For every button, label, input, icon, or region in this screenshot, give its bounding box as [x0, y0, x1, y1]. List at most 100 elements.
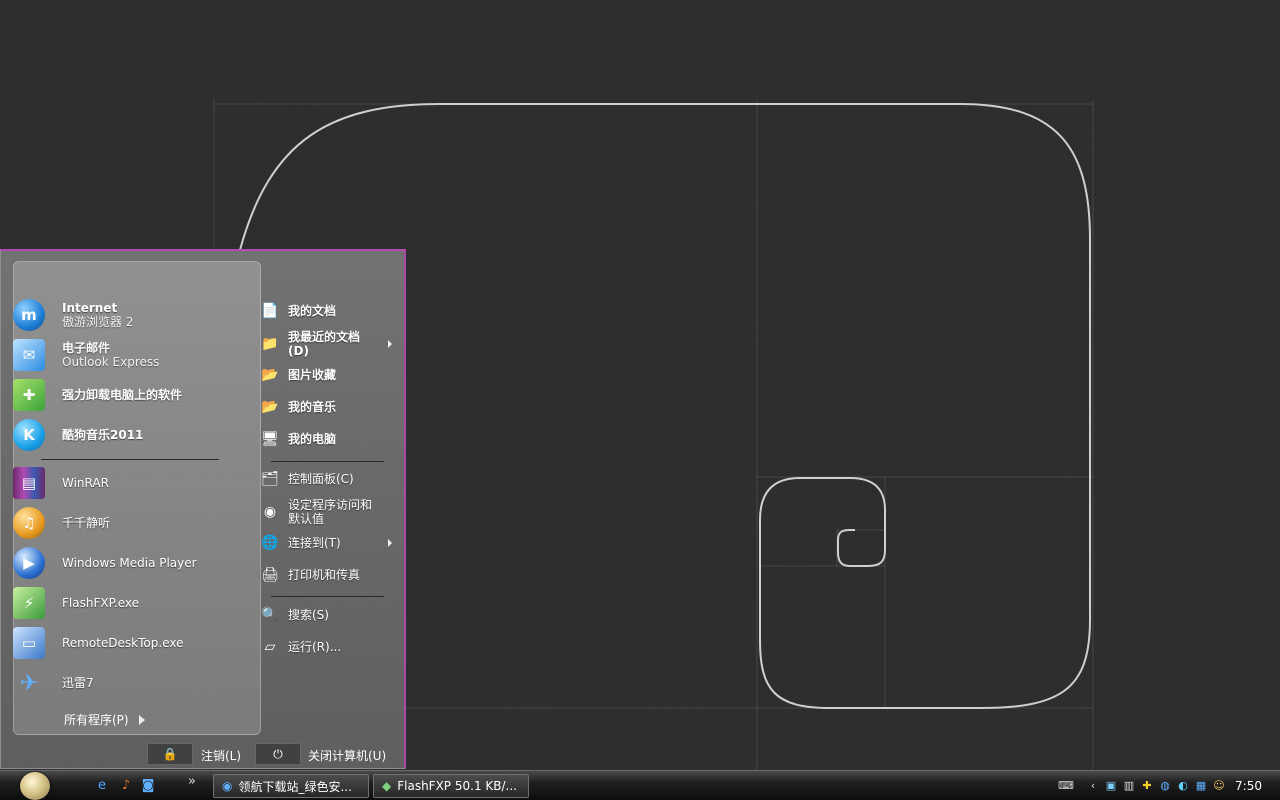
pinned-internet[interactable]: m Internet 傲游浏览器 2 [13, 296, 253, 334]
places-separator-2 [271, 596, 384, 597]
recent-documents-icon: 📁 [261, 336, 279, 352]
run-icon: ▱ [264, 639, 276, 655]
all-programs-button[interactable]: 所有程序(P) [64, 711, 145, 728]
pinned-separator [41, 459, 219, 460]
outlook-express-icon: ✉ [13, 339, 45, 371]
taskbar: e ♪ ◙ » ◉ 领航下载站_绿色安... ◆ FlashFXP 50.1 K… [0, 770, 1280, 800]
place-my-computer[interactable]: 🖥 我的电脑 [260, 424, 400, 454]
winrar-icon: ▤ [13, 467, 45, 499]
ie-icon[interactable]: e [94, 778, 110, 794]
windows-media-player-icon: ▶ [13, 547, 45, 579]
recent-thunder[interactable]: ✈ 迅雷7 [13, 664, 253, 702]
place-recent-documents-label: 我最近的文档(D) [288, 330, 361, 358]
place-run-label: 运行(R)... [288, 640, 342, 654]
shutdown-label[interactable]: 关闭计算机(U) [308, 747, 386, 764]
logoff-button[interactable]: 🔒 [147, 743, 193, 765]
user-icon[interactable]: ☺ [1212, 779, 1226, 793]
keyboard-icon[interactable]: ⌨ [1058, 779, 1074, 793]
program-defaults-icon: ◉ [263, 504, 277, 520]
place-search[interactable]: 🔍 搜索(S) [260, 600, 400, 630]
place-printers[interactable]: 🖨 打印机和传真 [260, 560, 400, 590]
my-music-icon: 📂 [261, 399, 279, 415]
lock-icon: 🔒 [162, 747, 178, 761]
flashfxp-icon: ⚡ [13, 587, 45, 619]
recent-flashfxp-label: FlashFXP.exe [62, 596, 140, 610]
remote-desktop-icon: ▭ [13, 627, 45, 659]
browser-icon[interactable]: ◙ [140, 778, 156, 794]
pinned-internet-subtitle: 傲游浏览器 2 [62, 315, 134, 329]
places-separator-1 [271, 461, 384, 462]
start-menu-footer: 🔒 注销(L) ⏻ 关闭计算机(U) [1, 739, 405, 769]
place-control-panel-label: 控制面板(C) [288, 472, 354, 486]
shield-icon[interactable]: ◍ [1158, 779, 1172, 793]
place-my-pictures-label: 图片收藏 [288, 368, 337, 382]
shutdown-button[interactable]: ⏻ [255, 743, 301, 765]
recent-wmp[interactable]: ▶ Windows Media Player [13, 544, 253, 582]
media-icon[interactable]: ♪ [118, 778, 134, 794]
place-my-music-label: 我的音乐 [288, 400, 337, 414]
printers-faxes-icon: 🖨 [261, 567, 279, 583]
place-my-documents[interactable]: 📄 我的文档 [260, 296, 400, 326]
place-my-documents-label: 我的文档 [288, 304, 337, 318]
place-my-computer-label: 我的电脑 [288, 432, 337, 446]
green-plus-icon[interactable]: ✚ [1140, 779, 1154, 793]
search-icon: 🔍 [261, 607, 279, 623]
place-recent-documents[interactable]: 📁 我最近的文档(D) [260, 327, 400, 361]
place-control-panel[interactable]: 🗂 控制面板(C) [260, 464, 400, 494]
place-run[interactable]: ▱ 运行(R)... [260, 632, 400, 662]
place-program-defaults[interactable]: ◉ 设定程序访问和默认值 [260, 494, 400, 530]
recent-winrar[interactable]: ▤ WinRAR [13, 464, 253, 502]
task-button-maxthon[interactable]: ◉ 领航下载站_绿色安... [213, 774, 369, 798]
pinned-email-subtitle: Outlook Express [62, 355, 160, 369]
submenu-arrow-icon [388, 340, 392, 348]
task-button-maxthon-label: 领航下载站_绿色安... [238, 779, 352, 794]
recent-winrar-label: WinRAR [62, 476, 109, 490]
recent-kugou[interactable]: K 酷狗音乐2011 [13, 416, 253, 454]
my-documents-icon: 📄 [261, 303, 279, 319]
power-icon: ⏻ [273, 746, 283, 761]
recent-flashfxp[interactable]: ⚡ FlashFXP.exe [13, 584, 253, 622]
place-program-defaults-label: 设定程序访问和默认值 [288, 498, 373, 526]
kugou-music-icon: K [13, 419, 45, 451]
system-tray: ⌨ ‹ ▣ ▥ ✚ ◍ ◐ ▦ ☺ 7:50 [1048, 771, 1280, 800]
recent-remote-desktop[interactable]: ▭ RemoteDeskTop.exe [13, 624, 253, 662]
control-panel-icon: 🗂 [261, 471, 279, 487]
place-search-label: 搜索(S) [288, 608, 329, 622]
place-my-pictures[interactable]: 📂 图片收藏 [260, 360, 400, 390]
place-connect-to-label: 连接到(T) [288, 536, 341, 550]
recent-remote-desktop-label: RemoteDeskTop.exe [62, 636, 184, 650]
place-printers-label: 打印机和传真 [288, 568, 361, 582]
clock[interactable]: 7:50 [1235, 779, 1262, 793]
update-icon[interactable]: ◐ [1176, 779, 1190, 793]
recent-ttplayer-label: 千千静听 [62, 516, 111, 530]
recent-uninstaller-label: 强力卸载电脑上的软件 [62, 388, 183, 402]
qq-icon[interactable]: ▦ [1194, 779, 1208, 793]
all-programs-label: 所有程序(P) [64, 713, 129, 727]
expand-tray-icon[interactable]: ‹ [1086, 779, 1100, 793]
thunder-icon: ✈ [19, 670, 39, 696]
start-menu: m Internet 傲游浏览器 2 ✉ 电子邮件 Outlook Expres… [0, 249, 406, 769]
recent-kugou-label: 酷狗音乐2011 [62, 428, 144, 442]
ttplayer-icon: ♫ [13, 507, 45, 539]
recent-uninstaller[interactable]: ✚ 强力卸载电脑上的软件 [13, 376, 253, 414]
quick-launch-overflow[interactable]: » [184, 774, 200, 790]
uninstaller-icon: ✚ [13, 379, 45, 411]
security-icon[interactable]: ▥ [1122, 779, 1136, 793]
place-my-music[interactable]: 📂 我的音乐 [260, 392, 400, 422]
arrow-right-icon [138, 714, 145, 725]
pinned-email[interactable]: ✉ 电子邮件 Outlook Express [13, 336, 253, 374]
network-icon[interactable]: ▣ [1104, 779, 1118, 793]
recent-wmp-label: Windows Media Player [62, 556, 197, 570]
pinned-email-title: 电子邮件 [62, 341, 111, 355]
pinned-internet-title: Internet [62, 301, 118, 315]
task-button-flashfxp-label: FlashFXP 50.1 KB/... [397, 779, 517, 793]
start-button[interactable] [20, 772, 50, 800]
my-computer-icon: 🖥 [261, 431, 279, 447]
maxthon-browser-icon: m [13, 299, 45, 331]
logoff-label[interactable]: 注销(L) [201, 747, 241, 764]
my-pictures-icon: 📂 [261, 367, 279, 383]
task-button-flashfxp[interactable]: ◆ FlashFXP 50.1 KB/... [373, 774, 529, 798]
recent-thunder-label: 迅雷7 [62, 676, 94, 690]
recent-ttplayer[interactable]: ♫ 千千静听 [13, 504, 253, 542]
place-connect-to[interactable]: 🌐 连接到(T) [260, 528, 400, 558]
